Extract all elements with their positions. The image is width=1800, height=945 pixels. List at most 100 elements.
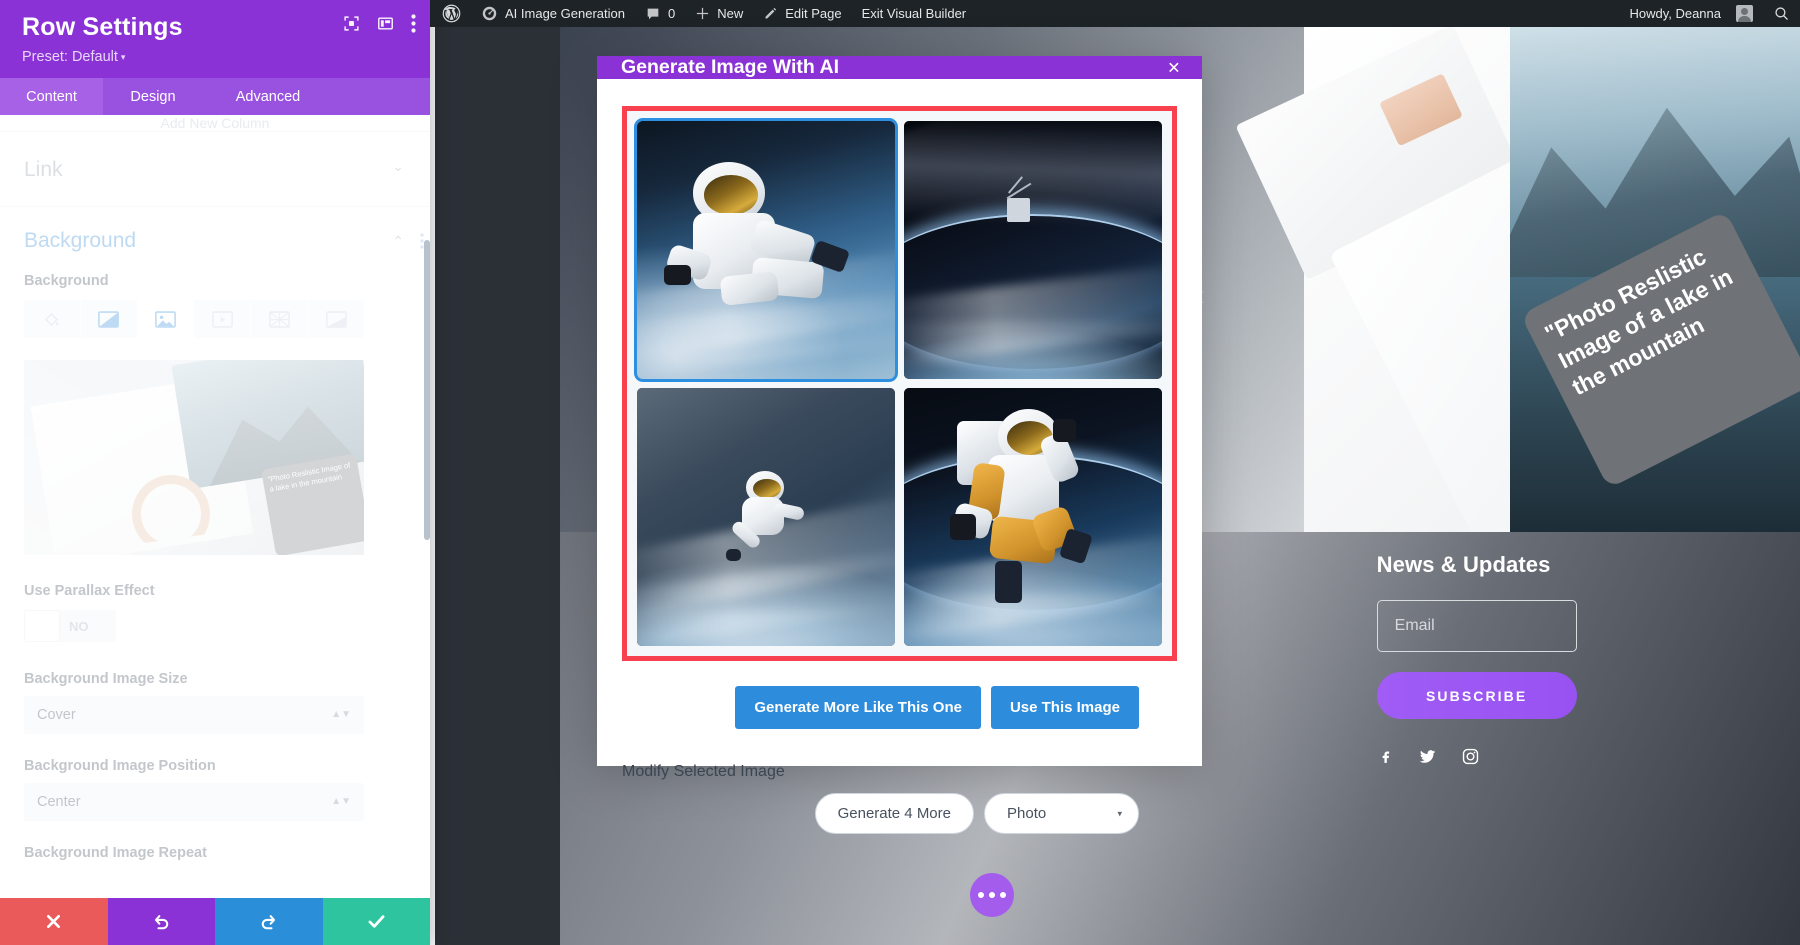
section-link[interactable]: Link ⌄ xyxy=(0,131,430,206)
image-size-label: Background Image Size xyxy=(24,671,406,687)
settings-header: Row Settings Preset: Default▾ xyxy=(0,0,430,115)
astronaut-figure xyxy=(950,409,1120,621)
generated-image-2[interactable] xyxy=(904,121,1162,379)
exit-visual-builder-button[interactable]: Exit Visual Builder xyxy=(852,0,977,27)
preview-quote-card: "Photo Reslistic Image of a lake in the … xyxy=(261,453,364,555)
image-repeat-label: Background Image Repeat xyxy=(24,845,406,861)
generated-image-grid xyxy=(637,121,1162,646)
background-pattern-icon[interactable] xyxy=(251,300,308,338)
settings-body: Add New Column Link ⌄ Background ⌃ Backg… xyxy=(0,115,430,898)
generate-4-more-button[interactable]: Generate 4 More xyxy=(815,793,974,834)
edit-page-label: Edit Page xyxy=(785,6,841,21)
site-name-button[interactable]: AI Image Generation xyxy=(471,0,635,27)
layout-columns-icon[interactable] xyxy=(377,15,394,37)
background-image-icon[interactable] xyxy=(138,300,195,338)
search-button[interactable] xyxy=(1763,0,1800,27)
visual-builder-app: AI Image Generation 0 New Edit Page Exit… xyxy=(0,0,1800,945)
image-size-value: Cover xyxy=(37,707,76,723)
settings-footer-actions xyxy=(0,898,430,945)
thumb-art xyxy=(637,121,895,379)
wp-logo-button[interactable] xyxy=(430,0,471,27)
use-this-image-button[interactable]: Use This Image xyxy=(991,686,1139,729)
site-name-label: AI Image Generation xyxy=(505,6,625,21)
tab-content[interactable]: Content xyxy=(0,78,103,115)
row-settings-panel: Row Settings Preset: Default▾ xyxy=(0,0,430,945)
email-field[interactable] xyxy=(1377,600,1577,652)
comment-bubble-icon xyxy=(645,6,661,22)
chevron-up-icon[interactable]: ⌃ xyxy=(392,233,404,250)
background-mask-icon[interactable] xyxy=(308,300,364,338)
thumb-art xyxy=(904,388,1162,646)
generate-more-like-this-button[interactable]: Generate More Like This One xyxy=(735,686,981,729)
modal-primary-actions: Generate More Like This One Use This Ima… xyxy=(622,686,1177,729)
undo-button[interactable] xyxy=(108,898,216,945)
instagram-icon[interactable] xyxy=(1461,747,1480,771)
save-button[interactable] xyxy=(323,898,431,945)
modal-body: Generate More Like This One Use This Ima… xyxy=(597,79,1202,834)
settings-header-actions xyxy=(343,14,416,38)
chevron-updown-icon: ▲▼ xyxy=(331,711,351,719)
thumb-art xyxy=(904,121,1162,379)
modify-selected-image-label: Modify Selected Image xyxy=(622,763,1177,781)
chevron-down-icon: ▾ xyxy=(121,52,126,62)
howdy-label: Howdy, Deanna xyxy=(1629,6,1721,21)
background-video-icon[interactable] xyxy=(194,300,251,338)
style-select[interactable]: Photo ▾ xyxy=(984,793,1139,834)
parallax-toggle[interactable]: NO xyxy=(24,610,116,642)
chevron-down-icon[interactable]: ⌄ xyxy=(392,158,404,175)
generated-image-1[interactable] xyxy=(637,121,895,379)
settings-scrollbar[interactable] xyxy=(424,240,430,540)
dashboard-icon xyxy=(481,5,498,22)
comments-count: 0 xyxy=(668,6,675,21)
parallax-label: Use Parallax Effect xyxy=(24,583,406,599)
background-gradient-icon[interactable] xyxy=(81,300,138,338)
facebook-icon[interactable] xyxy=(1377,747,1394,771)
modal-modify-actions: Generate 4 More Photo ▾ xyxy=(622,793,1177,834)
image-position-select[interactable]: Center ▲▼ xyxy=(24,783,364,821)
cloud-band xyxy=(637,610,895,646)
preset-selector[interactable]: Preset: Default▾ xyxy=(22,49,408,65)
field-background-image-size: Background Image Size Cover ▲▼ xyxy=(24,671,406,734)
redo-button[interactable] xyxy=(215,898,323,945)
close-icon[interactable]: × xyxy=(1168,57,1180,78)
generated-image-4[interactable] xyxy=(904,388,1162,646)
generated-image-3[interactable] xyxy=(637,388,895,646)
image-grid-highlight xyxy=(622,106,1177,661)
twitter-icon[interactable] xyxy=(1418,747,1437,771)
tab-design[interactable]: Design xyxy=(103,78,203,115)
image-size-select[interactable]: Cover ▲▼ xyxy=(24,696,364,734)
field-background-image-repeat: Background Image Repeat xyxy=(24,845,406,861)
new-button[interactable]: New xyxy=(685,0,753,27)
parallax-value: NO xyxy=(69,619,89,634)
account-menu[interactable]: Howdy, Deanna xyxy=(1617,0,1763,27)
admin-bar-right: Howdy, Deanna xyxy=(1617,0,1800,27)
kebab-menu-icon[interactable] xyxy=(411,14,416,38)
chevron-updown-icon: ▲▼ xyxy=(331,798,351,806)
more-options-icon xyxy=(989,892,995,898)
settings-tabs: Content Design Advanced xyxy=(0,78,430,115)
background-color-icon[interactable] xyxy=(24,300,81,338)
image-position-label: Background Image Position xyxy=(24,758,406,774)
edit-page-button[interactable]: Edit Page xyxy=(753,0,851,27)
wordpress-icon xyxy=(442,4,461,23)
background-image-preview[interactable]: "Photo Reslistic Image of a lake in the … xyxy=(24,360,364,555)
subscribe-button[interactable]: SUBSCRIBE xyxy=(1377,672,1577,719)
user-avatar-icon xyxy=(1736,5,1753,22)
cloud-band xyxy=(904,322,1162,368)
add-new-column-button[interactable]: Add New Column xyxy=(0,115,430,131)
tab-advanced[interactable]: Advanced xyxy=(203,78,333,115)
more-options-icon xyxy=(978,892,984,898)
more-options-fab[interactable] xyxy=(970,873,1014,917)
cancel-button[interactable] xyxy=(0,898,108,945)
background-type-tabs xyxy=(24,300,364,338)
new-label: New xyxy=(717,6,743,21)
modal-title: Generate Image With AI xyxy=(621,56,839,79)
section-link-title: Link xyxy=(24,158,406,182)
modal-header: Generate Image With AI × xyxy=(597,56,1202,79)
section-background-title[interactable]: Background xyxy=(24,229,406,253)
focus-target-icon[interactable] xyxy=(343,15,360,37)
satellite-icon xyxy=(1007,198,1030,221)
comments-button[interactable]: 0 xyxy=(635,0,685,27)
thumb-art xyxy=(637,388,895,646)
canvas-left-edge xyxy=(430,27,435,945)
